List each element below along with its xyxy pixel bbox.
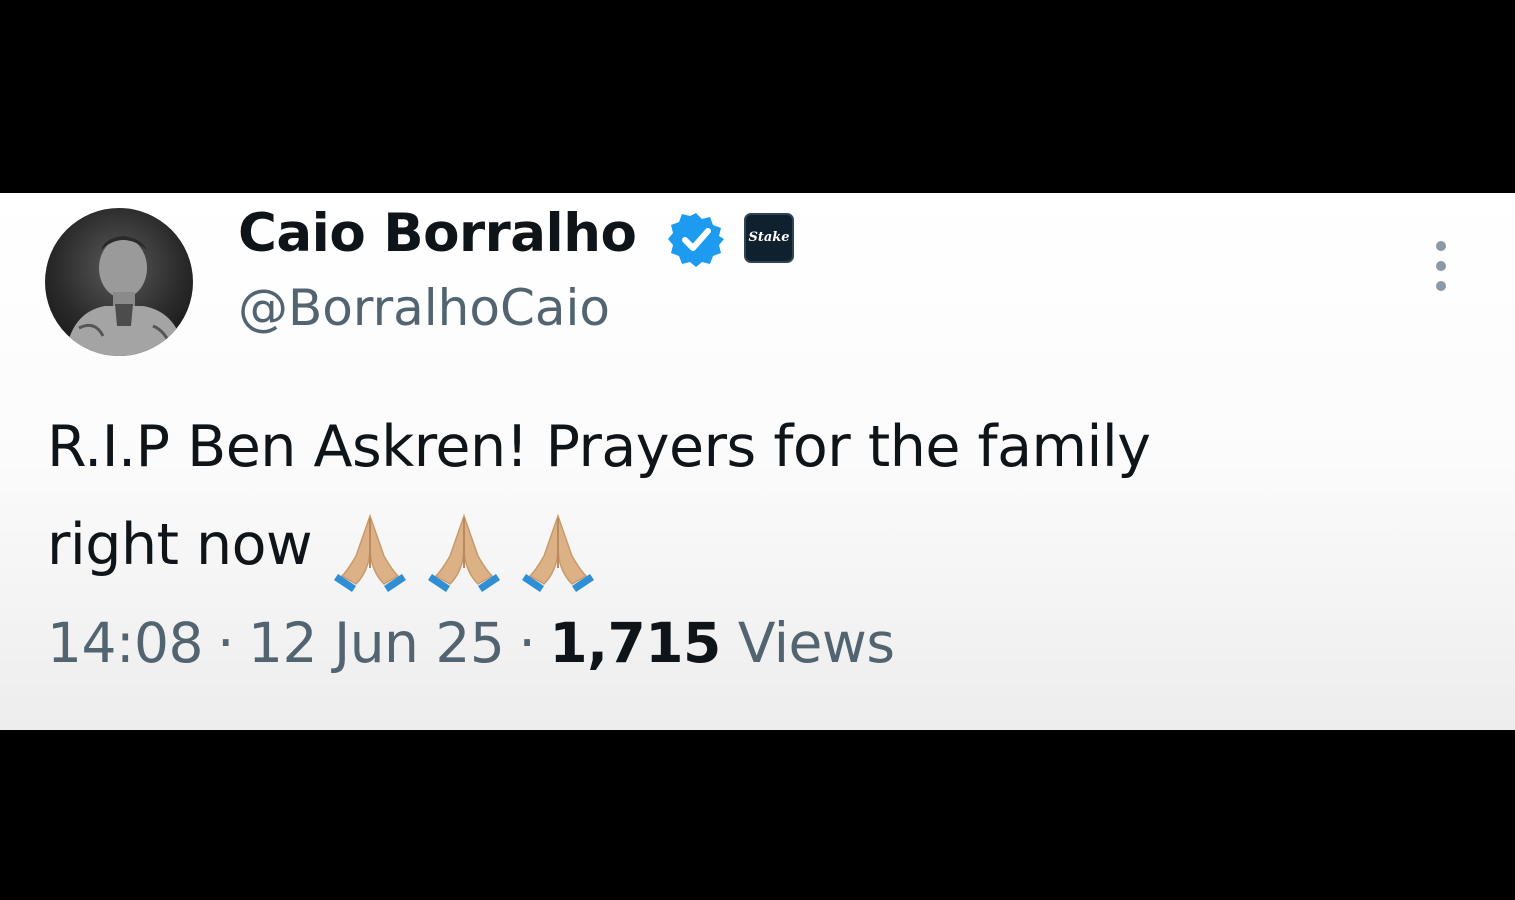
tweet-card: Caio Borralho @BorralhoCaio R.I.P Ben As… [0, 193, 1515, 730]
views-label: Views [737, 611, 895, 675]
user-handle[interactable]: @BorralhoCaio [238, 279, 610, 337]
tweet-text-line-2-words: right now [47, 512, 313, 578]
display-name[interactable]: Caio Borralho [238, 203, 637, 264]
affiliate-badge[interactable]: Stake [744, 213, 794, 263]
folded-hands-emoji-icon [522, 513, 595, 592]
tweet-time[interactable]: 14:08 [47, 611, 204, 675]
more-options-button[interactable] [1426, 241, 1456, 291]
verified-badge-icon[interactable] [668, 211, 724, 267]
tweet-text-line-1: R.I.P Ben Askren! Prayers for the family [47, 414, 1151, 480]
folded-hands-emoji-icon [428, 513, 501, 592]
more-vertical-icon [1436, 241, 1446, 251]
tweet-meta: 14:08 · 12 Jun 25 · 1,715 Views [47, 611, 895, 675]
meta-separator: · [518, 611, 536, 675]
avatar-photo [65, 236, 185, 356]
views-count[interactable]: 1,715 [549, 611, 721, 675]
folded-hands-emoji-icon [334, 513, 407, 592]
avatar[interactable] [45, 208, 193, 356]
tweet-date[interactable]: 12 Jun 25 [248, 611, 505, 675]
meta-separator: · [217, 611, 234, 675]
more-vertical-icon-dot [1436, 261, 1446, 271]
tweet-text-line-2: right now [47, 496, 1447, 597]
video-frame: Caio Borralho @BorralhoCaio R.I.P Ben As… [0, 0, 1515, 900]
more-vertical-icon-dot [1436, 281, 1446, 291]
tweet-text: R.I.P Ben Askren! Prayers for the family… [47, 398, 1447, 597]
emoji-row [334, 499, 616, 597]
